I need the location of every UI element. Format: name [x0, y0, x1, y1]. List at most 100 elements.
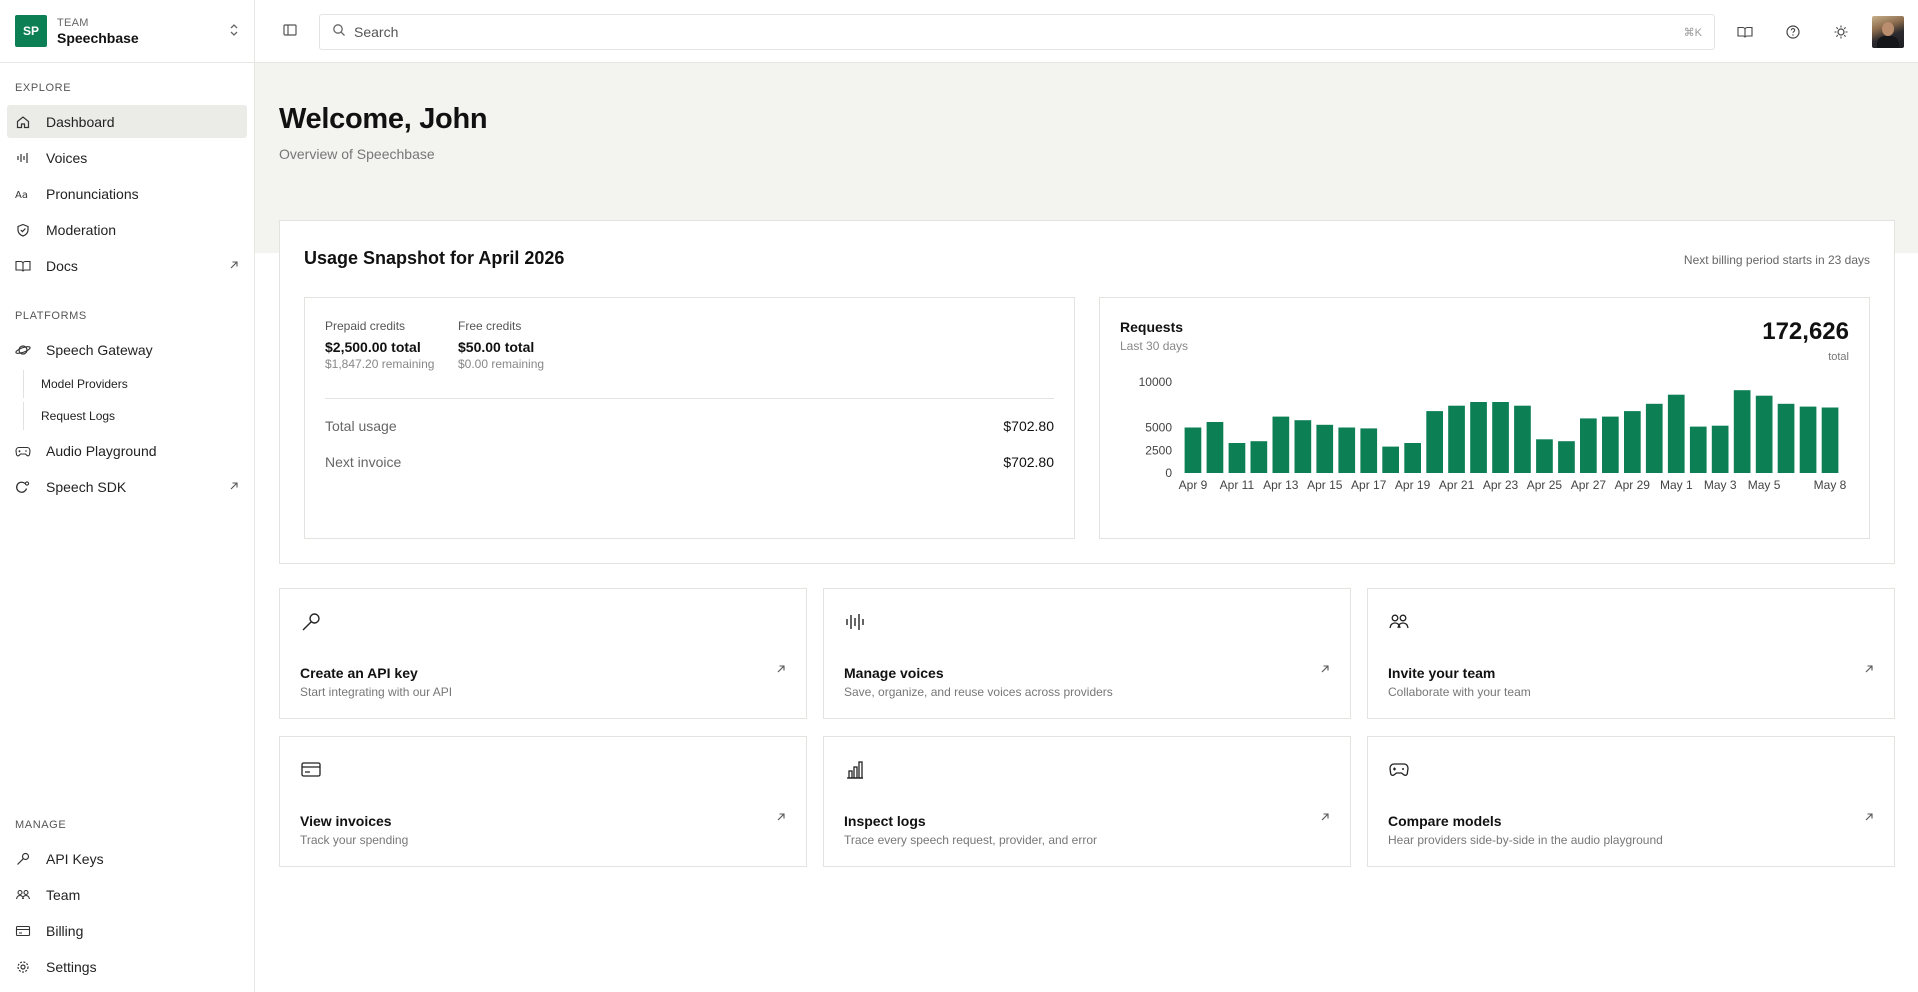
prepaid-credits-remaining: $1,847.20 remaining: [325, 357, 435, 371]
sidebar-item-speech-sdk[interactable]: Speech SDK: [7, 470, 247, 503]
chart-bar[interactable]: [1492, 402, 1509, 473]
chart-bar[interactable]: [1470, 402, 1487, 473]
search-bar[interactable]: ⌘K: [319, 14, 1715, 50]
sidebar-item-settings[interactable]: Settings: [7, 950, 247, 983]
shield-check-icon: [15, 222, 31, 238]
x-tick-label: Apr 9: [1179, 478, 1208, 492]
chart-bar[interactable]: [1777, 403, 1795, 473]
sidebar-item-billing[interactable]: Billing: [7, 914, 247, 947]
search-input[interactable]: [354, 24, 1684, 40]
chart-bar[interactable]: [1184, 427, 1202, 474]
chart-bar[interactable]: [1645, 403, 1663, 473]
chart-bar[interactable]: [1821, 407, 1839, 474]
chart-bar[interactable]: [1514, 405, 1531, 473]
total-usage-value: $702.80: [1003, 418, 1054, 434]
card-description: Hear providers side-by-side in the audio…: [1388, 833, 1663, 847]
free-credits-remaining: $0.00 remaining: [458, 357, 545, 371]
prepaid-credits-value: $2,500.00 total: [325, 339, 421, 355]
card-manage-voices[interactable]: Manage voices Save, organize, and reuse …: [823, 588, 1351, 719]
explore-section-title: EXPLORE: [15, 82, 72, 94]
requests-subtitle: Last 30 days: [1120, 339, 1189, 353]
chart-bar[interactable]: [1360, 428, 1378, 473]
x-tick-label: Apr 15: [1307, 478, 1343, 492]
billing-period-note: Next billing period starts in 23 days: [1683, 253, 1870, 267]
chart-bar[interactable]: [1799, 406, 1817, 473]
chart-bar[interactable]: [1536, 439, 1553, 473]
card-compare-models[interactable]: Compare models Hear providers side-by-si…: [1367, 736, 1895, 867]
bar-chart-icon: [844, 759, 866, 781]
chart-bar[interactable]: [1711, 425, 1729, 473]
x-tick-label: Apr 29: [1615, 478, 1651, 492]
chart-bar[interactable]: [1602, 416, 1619, 473]
sidebar-item-label: Docs: [46, 257, 78, 274]
team-switcher[interactable]: SP TEAM Speechbase: [0, 0, 254, 63]
chart-bar[interactable]: [1338, 427, 1356, 474]
users-icon: [1388, 611, 1410, 633]
chart-bar[interactable]: [1624, 411, 1641, 473]
chart-bar[interactable]: [1580, 418, 1597, 473]
credits-panel: Prepaid credits $2,500.00 total $1,847.2…: [304, 297, 1075, 539]
gamepad-icon: [1388, 759, 1410, 781]
card-inspect-logs[interactable]: Inspect logs Trace every speech request,…: [823, 736, 1351, 867]
chart-bar[interactable]: [1206, 422, 1224, 473]
book-icon: [15, 258, 31, 274]
sidebar-item-label: Dashboard: [46, 113, 115, 130]
text-aa-icon: Aa: [15, 186, 31, 202]
card-description: Collaborate with your team: [1388, 685, 1531, 699]
chevron-up-down-icon[interactable]: [229, 23, 239, 40]
next-invoice-row: Next invoice $702.80: [325, 454, 1054, 470]
chart-bar[interactable]: [1404, 443, 1421, 473]
x-tick-label: Apr 11: [1220, 478, 1255, 492]
x-tick-label: Apr 21: [1439, 478, 1475, 492]
sidebar-item-pronunciations[interactable]: Aa Pronunciations: [7, 177, 247, 210]
sidebar-item-model-providers[interactable]: Model Providers: [23, 370, 243, 398]
chart-bar[interactable]: [1755, 395, 1773, 473]
team-name: Speechbase: [57, 29, 139, 46]
chart-bar[interactable]: [1294, 420, 1312, 473]
card-create-api-key[interactable]: Create an API key Start integrating with…: [279, 588, 807, 719]
chart-bar[interactable]: [1426, 411, 1443, 473]
sidebar-toggle-icon[interactable]: [282, 22, 300, 40]
chart-bar[interactable]: [1689, 426, 1707, 473]
sidebar-item-label: Speech SDK: [46, 478, 127, 495]
sidebar-item-label: API Keys: [46, 850, 104, 867]
external-link-icon: [229, 259, 239, 273]
sidebar-item-docs[interactable]: Docs: [7, 249, 247, 282]
arrow-up-right-icon: [1320, 811, 1330, 825]
chart-bar[interactable]: [1382, 446, 1399, 473]
chart-bar[interactable]: [1250, 441, 1268, 473]
sidebar-item-label: Settings: [46, 958, 97, 975]
key-icon: [300, 611, 322, 633]
sidebar-item-api-keys[interactable]: API Keys: [7, 842, 247, 875]
help-icon[interactable]: [1784, 23, 1802, 41]
chart-bar[interactable]: [1228, 443, 1246, 473]
sidebar-item-voices[interactable]: Voices: [7, 141, 247, 174]
x-tick-label: Apr 17: [1351, 478, 1387, 492]
y-tick-label: 2500: [1145, 443, 1172, 457]
card-invite-team[interactable]: Invite your team Collaborate with your t…: [1367, 588, 1895, 719]
chart-bar[interactable]: [1316, 424, 1334, 473]
sidebar: SP TEAM Speechbase EXPLORE Dashboard Voi…: [0, 0, 255, 992]
top-bar: ⌘K: [255, 0, 1918, 63]
avatar[interactable]: [1872, 16, 1904, 48]
sidebar-item-request-logs[interactable]: Request Logs: [23, 402, 243, 430]
card-view-invoices[interactable]: View invoices Track your spending: [279, 736, 807, 867]
chart-bar[interactable]: [1448, 405, 1465, 473]
sidebar-item-label: Moderation: [46, 221, 117, 238]
sidebar-item-speech-gateway[interactable]: Speech Gateway: [7, 333, 247, 366]
credit-card-icon: [15, 923, 31, 939]
card-title: Create an API key: [300, 665, 418, 681]
sidebar-item-team[interactable]: Team: [7, 878, 247, 911]
chart-bar[interactable]: [1733, 390, 1751, 473]
sidebar-item-audio-playground[interactable]: Audio Playground: [7, 434, 247, 467]
sidebar-item-dashboard[interactable]: Dashboard: [7, 105, 247, 138]
svg-text:Aa: Aa: [15, 190, 28, 201]
chart-bar[interactable]: [1667, 394, 1685, 473]
usage-title: Usage Snapshot for April 2026: [304, 248, 565, 268]
chart-bar[interactable]: [1558, 441, 1575, 473]
arrow-up-right-icon: [776, 663, 786, 677]
sun-icon[interactable]: [1832, 23, 1850, 41]
sidebar-item-moderation[interactable]: Moderation: [7, 213, 247, 246]
docs-book-icon[interactable]: [1736, 23, 1754, 41]
chart-bar[interactable]: [1272, 416, 1290, 473]
